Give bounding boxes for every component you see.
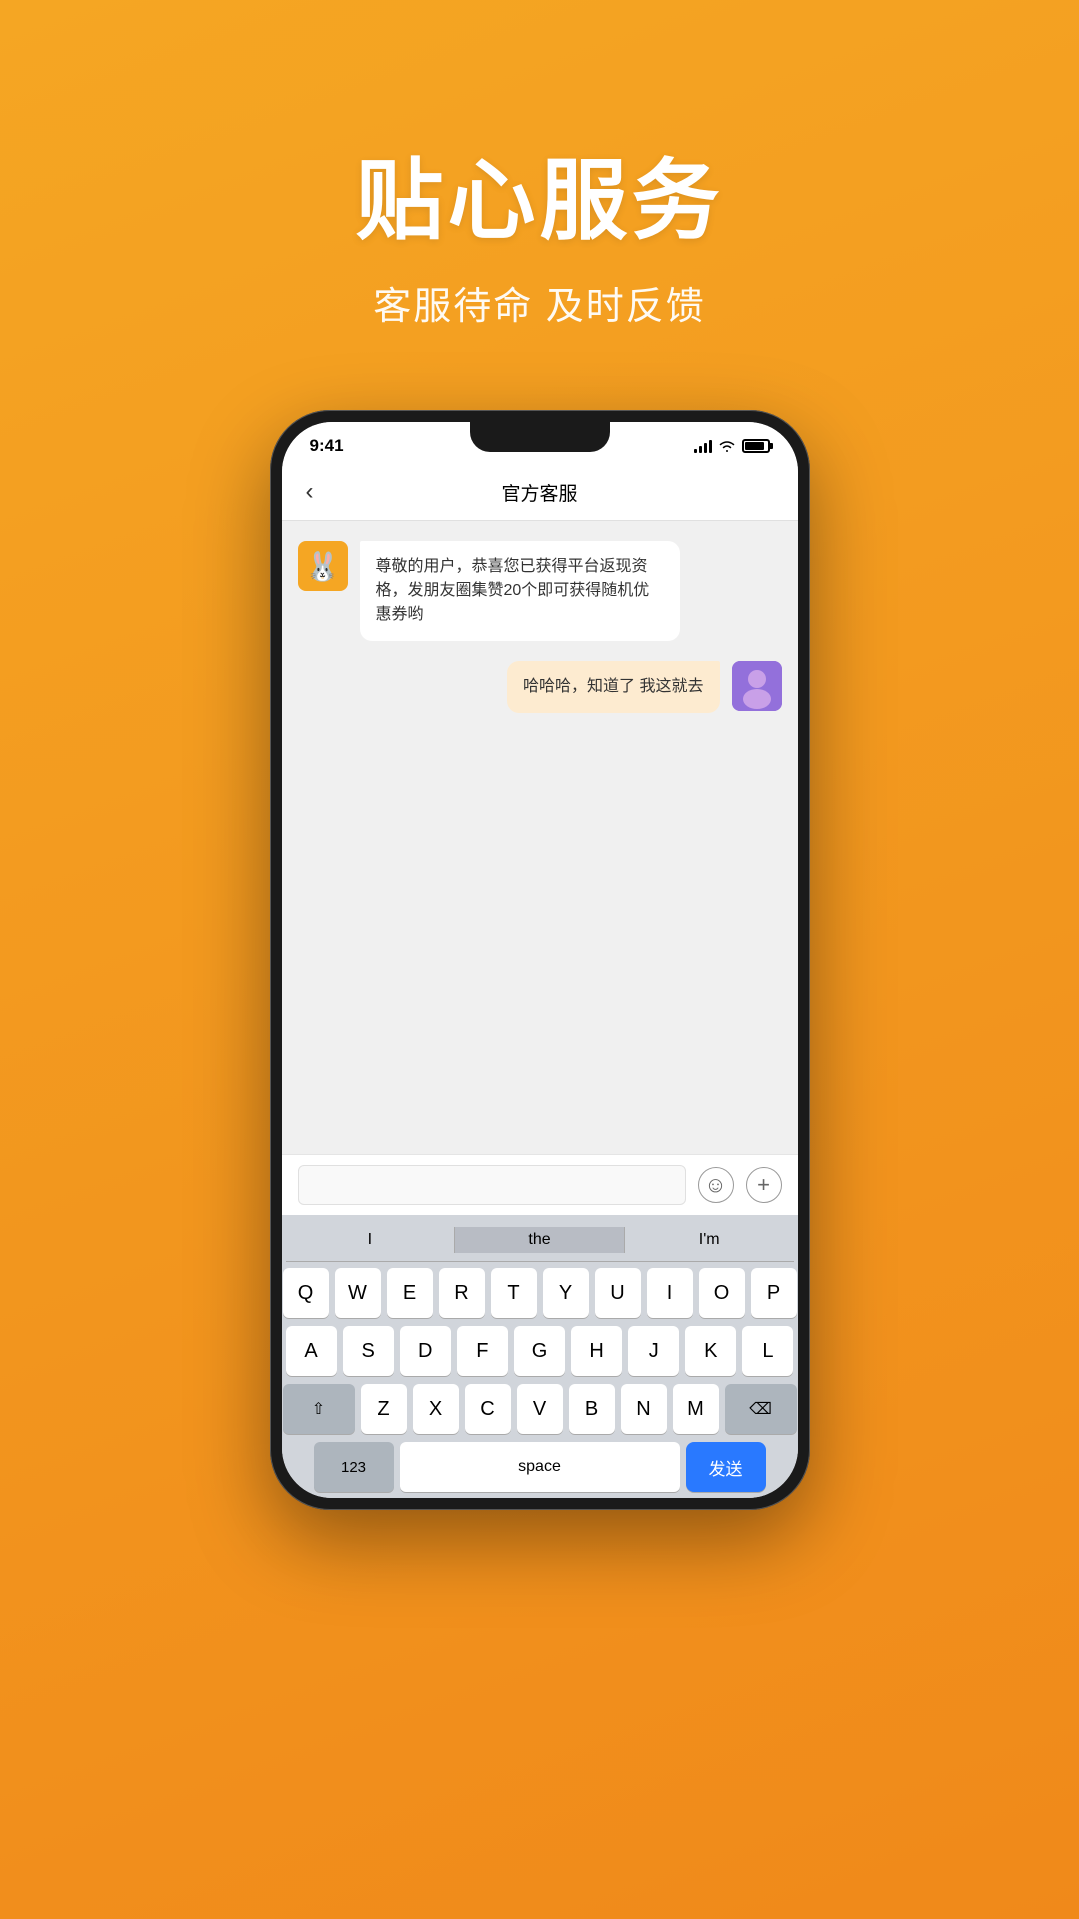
message-bubble-left: 尊敬的用户，恭喜您已获得平台返现资格，发朋友圈集赞20个即可获得随机优惠券哟: [360, 541, 680, 641]
key-g[interactable]: G: [514, 1326, 565, 1376]
nav-bar: ‹ 官方客服: [282, 464, 798, 521]
key-c[interactable]: C: [465, 1384, 511, 1434]
message-bubble-right: 哈哈哈，知道了 我这就去: [507, 661, 719, 713]
keyboard-row-2: A S D F G H J K L: [286, 1326, 794, 1376]
phone-mockup: 9:41: [0, 410, 1079, 1510]
hero-subtitle: 客服待命 及时反馈: [0, 275, 1079, 330]
nav-title: 官方客服: [501, 479, 577, 506]
key-f[interactable]: F: [457, 1326, 508, 1376]
space-key[interactable]: space: [400, 1442, 680, 1492]
plus-button[interactable]: +: [746, 1167, 782, 1203]
key-d[interactable]: D: [400, 1326, 451, 1376]
plus-icon: +: [757, 1172, 770, 1198]
back-button[interactable]: ‹: [306, 478, 314, 506]
emoji-button[interactable]: ☺: [698, 1167, 734, 1203]
key-s[interactable]: S: [343, 1326, 394, 1376]
key-b[interactable]: B: [569, 1384, 615, 1434]
status-time: 9:41: [310, 436, 344, 456]
key-k[interactable]: K: [685, 1326, 736, 1376]
keyboard-row-3: ⇧ Z X C V B N M ⌫: [286, 1384, 794, 1434]
phone-screen: 9:41: [282, 422, 798, 1498]
phone-notch: [470, 422, 610, 452]
key-x[interactable]: X: [413, 1384, 459, 1434]
key-y[interactable]: Y: [543, 1268, 589, 1318]
predictive-item-3[interactable]: I'm: [625, 1227, 794, 1253]
chat-area: 🐰 尊敬的用户，恭喜您已获得平台返现资格，发朋友圈集赞20个即可获得随机优惠券哟…: [282, 521, 798, 1154]
user-avatar: [732, 661, 782, 711]
predictive-bar: I the I'm: [286, 1223, 794, 1262]
backspace-key[interactable]: ⌫: [725, 1384, 797, 1434]
key-p[interactable]: P: [751, 1268, 797, 1318]
input-bar: ☺ +: [282, 1154, 798, 1215]
message-row-left: 🐰 尊敬的用户，恭喜您已获得平台返现资格，发朋友圈集赞20个即可获得随机优惠券哟: [298, 541, 782, 641]
status-icons: [694, 439, 770, 453]
key-a[interactable]: A: [286, 1326, 337, 1376]
message-input[interactable]: [298, 1165, 686, 1205]
send-key[interactable]: 发送: [686, 1442, 766, 1492]
key-v[interactable]: V: [517, 1384, 563, 1434]
key-t[interactable]: T: [491, 1268, 537, 1318]
key-z[interactable]: Z: [361, 1384, 407, 1434]
emoji-icon: ☺: [704, 1172, 726, 1198]
battery-icon: [742, 439, 770, 453]
key-i[interactable]: I: [647, 1268, 693, 1318]
key-r[interactable]: R: [439, 1268, 485, 1318]
keyboard: I the I'm Q W E R T Y U I O P: [282, 1215, 798, 1498]
user-avatar-image: [732, 661, 782, 711]
key-h[interactable]: H: [571, 1326, 622, 1376]
keyboard-bottom-row: 123 space 发送: [286, 1442, 794, 1492]
signal-icon: [694, 439, 712, 453]
key-l[interactable]: L: [742, 1326, 793, 1376]
hero-title: 贴心服务: [0, 130, 1079, 257]
key-n[interactable]: N: [621, 1384, 667, 1434]
bot-avatar: 🐰: [298, 541, 348, 591]
key-j[interactable]: J: [628, 1326, 679, 1376]
key-u[interactable]: U: [595, 1268, 641, 1318]
key-m[interactable]: M: [673, 1384, 719, 1434]
key-o[interactable]: O: [699, 1268, 745, 1318]
message-row-right: 哈哈哈，知道了 我这就去: [298, 661, 782, 713]
wifi-icon: [718, 439, 736, 453]
key-q[interactable]: Q: [283, 1268, 329, 1318]
num-key[interactable]: 123: [314, 1442, 394, 1492]
predictive-item-2[interactable]: the: [455, 1227, 625, 1253]
key-e[interactable]: E: [387, 1268, 433, 1318]
rabbit-icon: 🐰: [305, 550, 340, 583]
shift-key[interactable]: ⇧: [283, 1384, 355, 1434]
key-w[interactable]: W: [335, 1268, 381, 1318]
keyboard-row-1: Q W E R T Y U I O P: [286, 1268, 794, 1318]
phone-frame: 9:41: [270, 410, 810, 1510]
predictive-item-1[interactable]: I: [286, 1227, 456, 1253]
